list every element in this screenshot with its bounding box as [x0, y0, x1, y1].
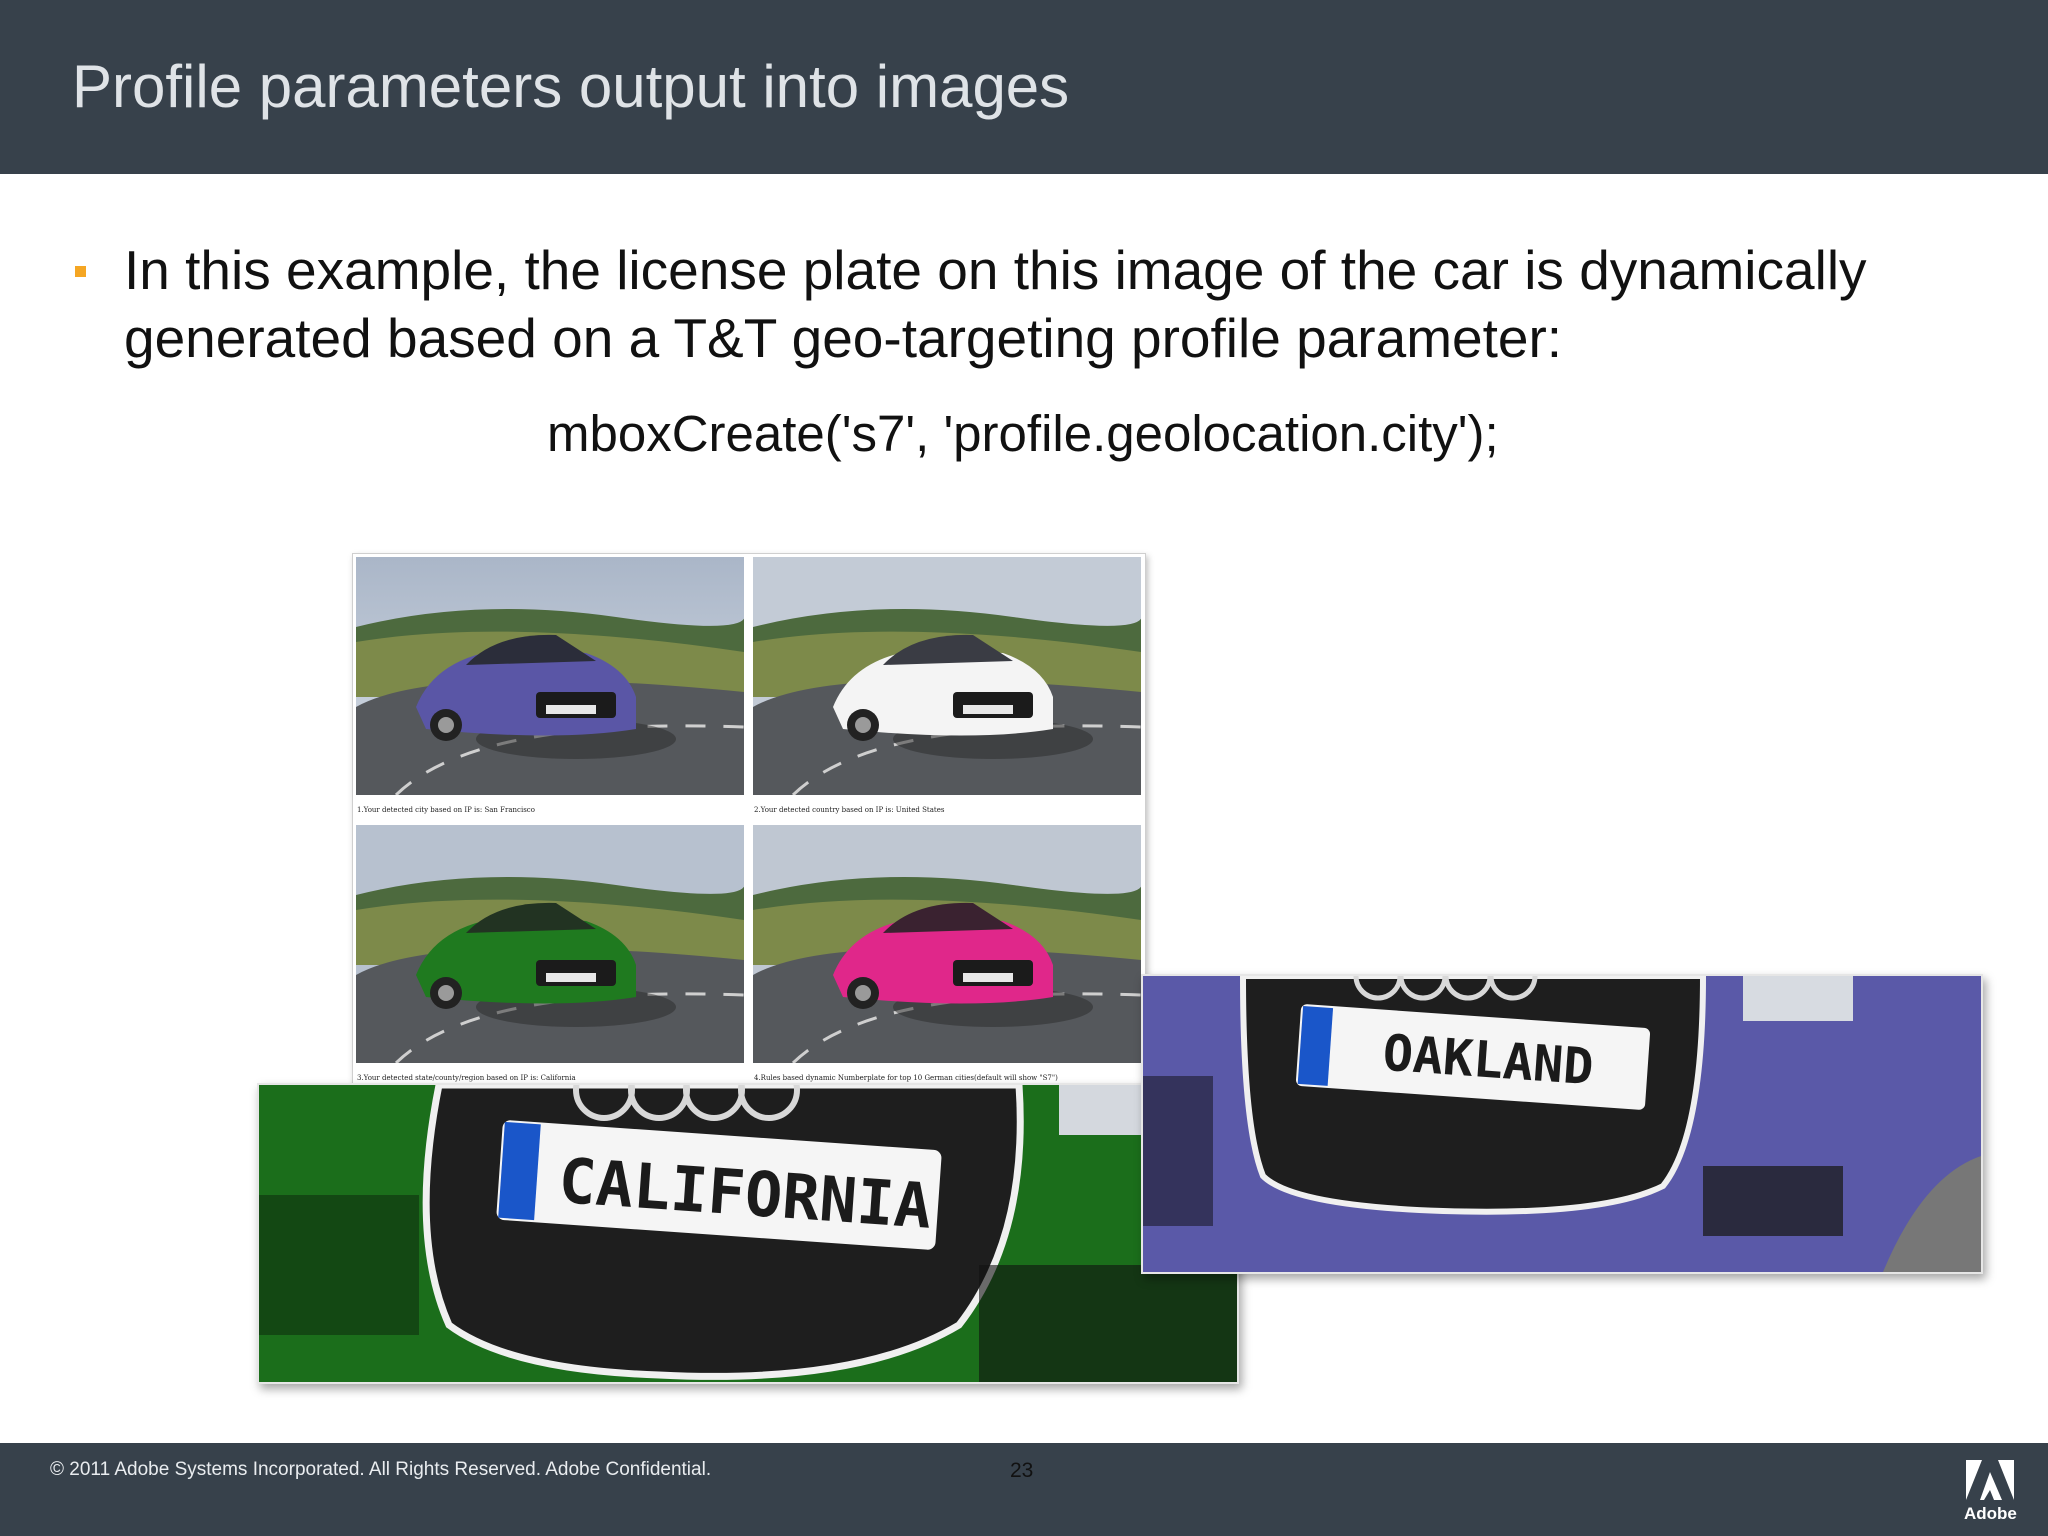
car-caption-3: 3.Your detected state/county/region base…	[357, 1074, 576, 1082]
bullet-text: In this example, the license plate on th…	[124, 239, 1867, 369]
car-image-grid: 1.Your detected city based on IP is: San…	[352, 553, 1146, 1087]
zoom-oakland-plate: OAKLAND	[1141, 974, 1983, 1274]
car-photo-green	[356, 825, 744, 1063]
car-image-3	[356, 825, 744, 1063]
footer-copyright: © 2011 Adobe Systems Incorporated. All R…	[50, 1459, 712, 1480]
car-caption-1: 1.Your detected city based on IP is: San…	[357, 806, 535, 814]
adobe-logo-word: Adobe	[1964, 1504, 2017, 1523]
car-photo-white	[753, 557, 1141, 795]
car-image-4	[753, 825, 1141, 1063]
slide-title: Profile parameters output into images	[72, 53, 1070, 120]
car-grille-green: CALIFORNIA	[259, 1085, 1237, 1382]
car-grille-purple: OAKLAND	[1143, 976, 1981, 1272]
code-snippet: mboxCreate('s7', 'profile.geolocation.ci…	[547, 405, 1499, 462]
car-caption-4: 4.Rules based dynamic Numberplate for to…	[754, 1074, 1058, 1082]
zoom-california-plate: CALIFORNIA	[257, 1083, 1239, 1384]
slide-footer	[0, 1443, 2048, 1536]
slide-header: Profile parameters output into images	[0, 0, 2048, 174]
car-image-1	[356, 557, 744, 795]
bullet-marker	[75, 266, 86, 277]
car-photo-purple	[356, 557, 744, 795]
car-image-2	[753, 557, 1141, 795]
car-caption-2: 2.Your detected country based on IP is: …	[754, 806, 945, 814]
page-number: 23	[1010, 1459, 1034, 1482]
car-photo-pink	[753, 825, 1141, 1063]
